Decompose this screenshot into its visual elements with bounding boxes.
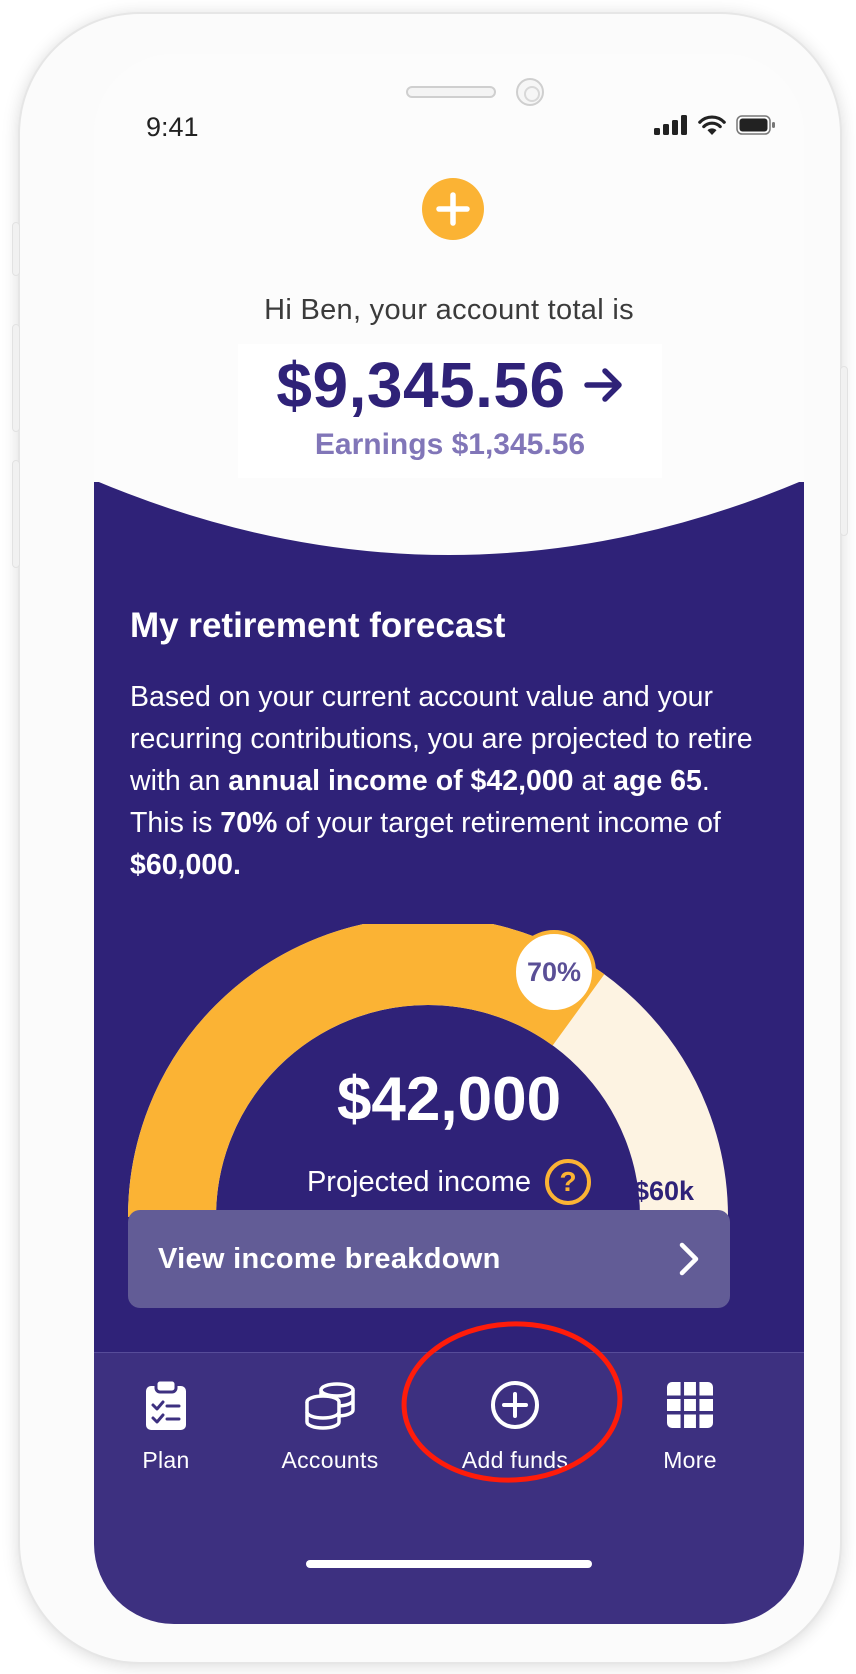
home-indicator xyxy=(306,1560,592,1568)
earpiece-speaker xyxy=(406,86,496,98)
earnings-amount: Earnings $1,345.56 xyxy=(314,428,586,461)
account-total-amount: $9,345.56 xyxy=(276,349,566,421)
help-icon[interactable]: ? xyxy=(545,1159,592,1205)
tab-plan-label: Plan xyxy=(142,1447,190,1473)
coins-stack-icon xyxy=(305,1382,355,1430)
mute-switch xyxy=(12,222,20,276)
account-total-card: $9,345.56 Earnings $1,345.56 xyxy=(238,344,662,478)
quick-add-button[interactable] xyxy=(422,178,484,240)
percent-badge: 70% xyxy=(512,930,596,1014)
battery-icon xyxy=(736,115,775,135)
plus-icon xyxy=(436,192,470,226)
cellular-signal-icon xyxy=(654,115,687,135)
front-camera xyxy=(516,78,544,106)
wifi-icon xyxy=(698,115,726,135)
tab-accounts-label: Accounts xyxy=(281,1447,379,1473)
tab-accounts[interactable]: Accounts xyxy=(250,1377,410,1474)
tab-plan[interactable]: Plan xyxy=(94,1377,246,1474)
tab-more[interactable]: More xyxy=(610,1377,770,1474)
account-greeting: Hi Ben, your account total is xyxy=(264,294,634,326)
projected-income-label: Projected income xyxy=(306,1165,532,1198)
view-income-breakdown-label: View income breakdown xyxy=(158,1242,501,1275)
status-time: 9:41 xyxy=(146,112,199,142)
account-total-link[interactable]: $9,345.56 xyxy=(238,348,662,422)
projected-income-amount: $42,000 xyxy=(336,1065,562,1134)
volume-down-button xyxy=(12,460,20,568)
chevron-right-icon xyxy=(679,1242,699,1276)
status-icons xyxy=(654,114,776,136)
clipboard-check-icon xyxy=(146,1378,186,1430)
red-highlight-ring xyxy=(401,1321,623,1483)
projected-income-row: Projected income ? xyxy=(94,1159,804,1205)
volume-up-button xyxy=(12,324,20,432)
forecast-description: Based on your current account value and … xyxy=(130,681,753,881)
grid-icon xyxy=(667,1382,713,1428)
section-wave xyxy=(94,480,804,555)
forecast-title: My retirement forecast xyxy=(130,606,506,645)
power-button xyxy=(840,366,848,536)
view-income-breakdown-button[interactable]: View income breakdown xyxy=(128,1210,730,1308)
arrow-right-icon xyxy=(583,368,622,402)
tab-more-label: More xyxy=(663,1447,717,1473)
